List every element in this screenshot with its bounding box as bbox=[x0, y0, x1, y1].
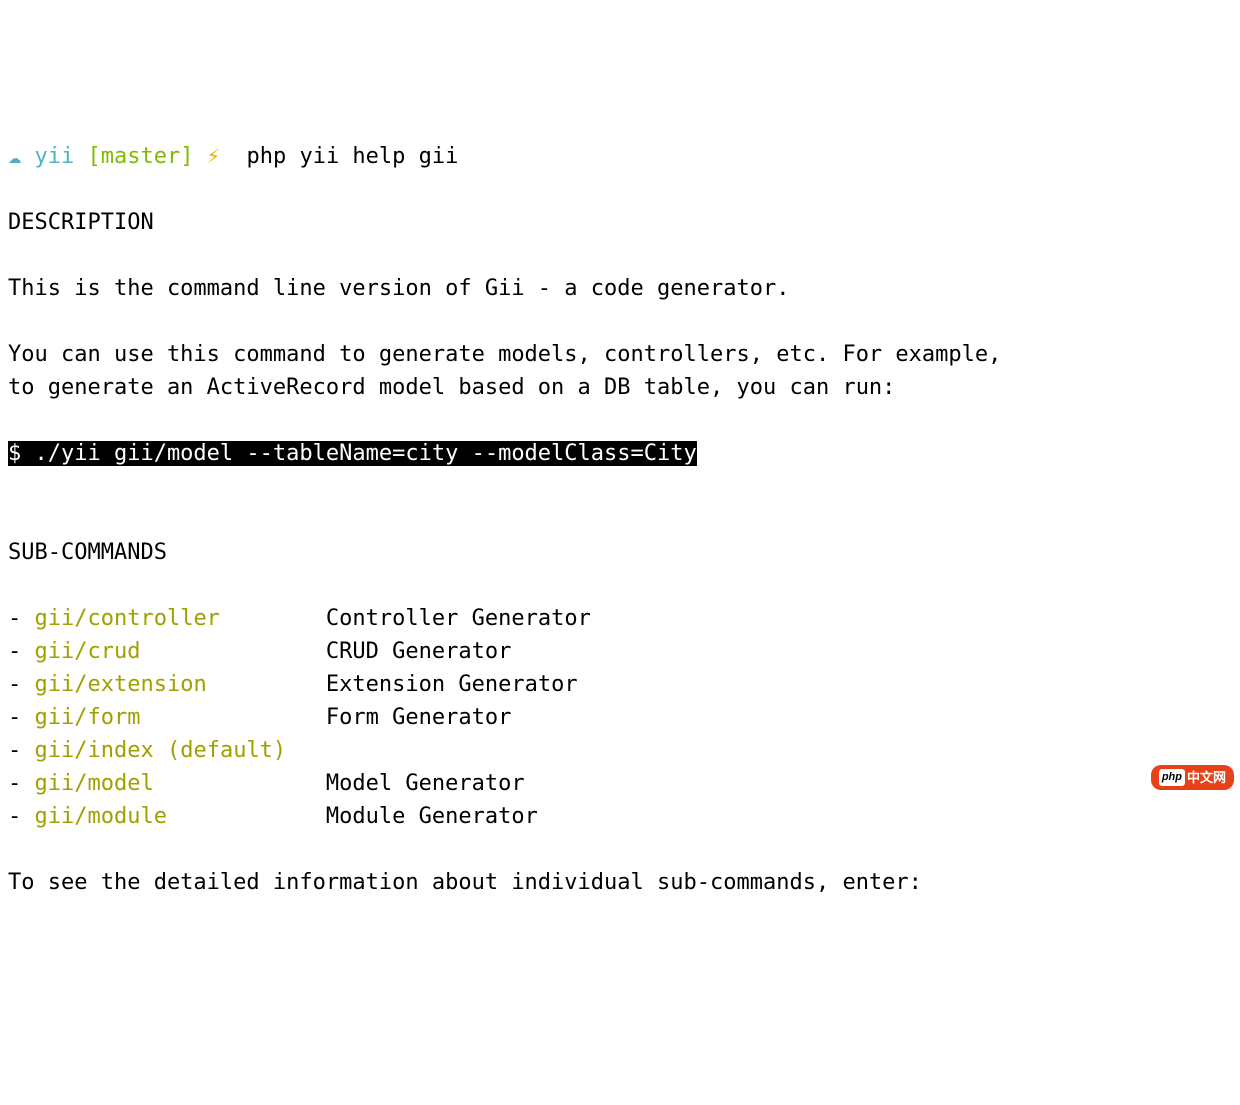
subcommand-row: - gii/index (default) bbox=[8, 734, 1232, 767]
bullet: - bbox=[8, 771, 35, 796]
subcommand-row: - gii/module Module Generator bbox=[8, 800, 1232, 833]
command-text: php yii help gii bbox=[246, 144, 458, 169]
subcommand-description: Controller Generator bbox=[326, 606, 591, 631]
subcommand-description: Model Generator bbox=[326, 771, 525, 796]
subcommand-default: (default) bbox=[167, 738, 286, 763]
subcommand-row: - gii/extension Extension Generator bbox=[8, 668, 1232, 701]
bolt-icon: ⚡ bbox=[207, 144, 220, 169]
subcommand-name: gii/module bbox=[35, 804, 167, 829]
bullet: - bbox=[8, 804, 35, 829]
watermark-text: 中文网 bbox=[1187, 768, 1226, 788]
footer-line: To see the detailed information about in… bbox=[8, 870, 922, 895]
php-badge: php bbox=[1159, 769, 1185, 786]
description-line-3: to generate an ActiveRecord model based … bbox=[8, 375, 895, 400]
terminal-prompt: ☁ yii [master] ⚡ php yii help gii bbox=[8, 144, 458, 169]
watermark-badge: php中文网 bbox=[1151, 765, 1234, 791]
subcommand-name: gii/crud bbox=[35, 639, 141, 664]
subcommand-row: - gii/crud CRUD Generator bbox=[8, 635, 1232, 668]
description-line-2: You can use this command to generate mod… bbox=[8, 342, 1001, 367]
subcommand-name: gii/extension bbox=[35, 672, 207, 697]
directory-name: yii bbox=[35, 144, 75, 169]
bullet: - bbox=[8, 705, 35, 730]
bullet: - bbox=[8, 639, 35, 664]
description-header: DESCRIPTION bbox=[8, 210, 154, 235]
cloud-icon: ☁ bbox=[8, 144, 21, 169]
example-command: $ ./yii gii/model --tableName=city --mod… bbox=[8, 441, 697, 466]
subcommand-row: - gii/controller Controller Generator bbox=[8, 602, 1232, 635]
bullet: - bbox=[8, 738, 35, 763]
subcommand-description: Form Generator bbox=[326, 705, 511, 730]
git-branch: [master] bbox=[88, 144, 194, 169]
subcommand-name: gii/form bbox=[35, 705, 141, 730]
subcommand-row: - gii/model Model Generator bbox=[8, 767, 1232, 800]
bullet: - bbox=[8, 672, 35, 697]
subcommand-name: gii/model bbox=[35, 771, 154, 796]
description-line-1: This is the command line version of Gii … bbox=[8, 276, 789, 301]
bullet: - bbox=[8, 606, 35, 631]
subcommand-name: gii/controller bbox=[35, 606, 220, 631]
subcommand-description: Module Generator bbox=[326, 804, 538, 829]
subcommand-description: Extension Generator bbox=[326, 672, 578, 697]
subcommands-list: - gii/controller Controller Generator- g… bbox=[8, 602, 1232, 833]
subcommand-name: gii/index bbox=[35, 738, 154, 763]
subcommand-row: - gii/form Form Generator bbox=[8, 701, 1232, 734]
subcommands-header: SUB-COMMANDS bbox=[8, 540, 167, 565]
subcommand-description: CRUD Generator bbox=[326, 639, 511, 664]
